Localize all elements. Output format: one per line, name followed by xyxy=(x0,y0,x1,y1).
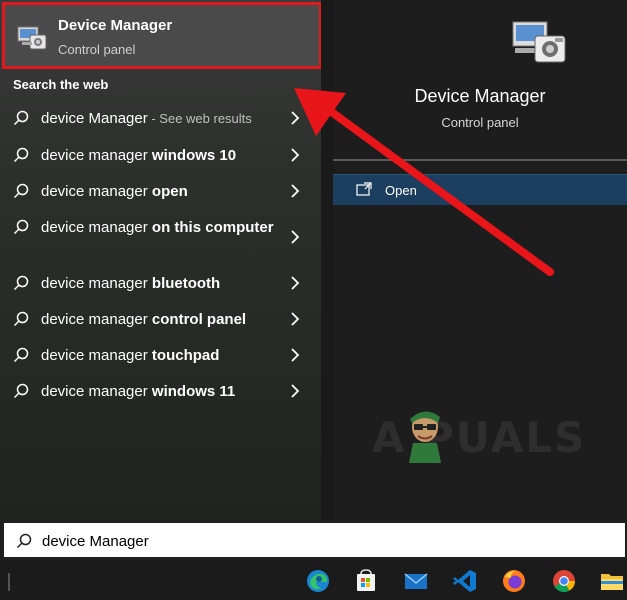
best-match-subtitle: Control panel xyxy=(58,42,136,57)
search-icon xyxy=(13,275,29,291)
web-result-query: device manager xyxy=(41,275,152,292)
appuals-watermark: A PUALS xyxy=(372,405,612,465)
web-result-suggestion: bluetooth xyxy=(151,275,221,292)
open-window-icon xyxy=(356,182,372,196)
web-result-query: device manager xyxy=(41,147,152,164)
vscode-icon[interactable] xyxy=(452,568,478,594)
chevron-right-icon xyxy=(291,312,300,326)
search-icon xyxy=(13,183,29,199)
panel-divider xyxy=(321,0,333,520)
web-result-item[interactable]: device manager control panel xyxy=(0,301,321,337)
web-result-item[interactable]: device manager bluetooth xyxy=(0,265,321,301)
search-icon xyxy=(13,219,29,235)
mail-icon[interactable] xyxy=(403,568,429,594)
chevron-right-icon xyxy=(291,348,300,362)
chrome-icon[interactable] xyxy=(551,568,577,594)
search-the-web-heading: Search the web xyxy=(13,77,109,92)
web-result-suggestion: windows 10 xyxy=(151,147,237,164)
web-result-text: device manager on this computer xyxy=(41,218,281,238)
search-results-panel: Device Manager Control panel Search the … xyxy=(0,0,322,520)
web-result-suggestion: control panel xyxy=(151,311,247,328)
web-result-suggestion: touchpad xyxy=(151,347,220,364)
chevron-right-icon xyxy=(291,276,300,290)
device-manager-icon xyxy=(17,26,47,50)
web-result-item[interactable]: device manager windows 11 xyxy=(0,373,321,409)
web-result-suggestion: on this computer xyxy=(151,219,274,236)
mascot-logo-icon xyxy=(409,411,441,463)
web-result-text: device manager windows 11 xyxy=(41,382,281,402)
web-result-text: device manager open xyxy=(41,182,281,202)
web-result-item[interactable]: device manager on this computer xyxy=(0,209,321,265)
taskbar xyxy=(0,561,627,600)
best-match-title: Device Manager xyxy=(58,17,173,34)
preview-title: Device Manager xyxy=(414,86,546,106)
store-icon[interactable] xyxy=(353,568,379,594)
search-input[interactable] xyxy=(42,531,602,551)
web-result-text: device manager control panel xyxy=(41,310,281,330)
firefox-icon[interactable] xyxy=(501,568,527,594)
web-result-text: device manager windows 10 xyxy=(41,146,281,166)
taskbar-grip xyxy=(8,573,10,591)
web-result-hint: - See web results xyxy=(147,111,252,126)
chevron-right-icon xyxy=(291,148,300,162)
search-box[interactable] xyxy=(2,521,627,559)
web-result-query: device manager xyxy=(41,383,152,400)
preview-panel: Device Manager Control panel Open A PUAL… xyxy=(333,0,627,520)
web-result-query: device manager xyxy=(41,347,152,364)
web-result-suggestion: windows 11 xyxy=(151,383,236,400)
web-result-text: device manager touchpad xyxy=(41,346,281,366)
chevron-right-icon xyxy=(291,384,300,398)
web-result-item[interactable]: device manager touchpad xyxy=(0,337,321,373)
web-result-item[interactable]: device manager open xyxy=(0,173,321,209)
open-action[interactable]: Open xyxy=(333,174,627,205)
web-result-suggestion: open xyxy=(151,183,188,200)
web-result-text: device manager bluetooth xyxy=(41,274,281,294)
chevron-right-icon xyxy=(291,184,300,198)
web-result-item[interactable]: device manager windows 10 xyxy=(0,137,321,173)
web-result-query: device manager xyxy=(41,311,152,328)
search-icon xyxy=(13,383,29,399)
preview-separator xyxy=(333,159,627,161)
search-icon xyxy=(16,533,32,549)
search-icon xyxy=(13,147,29,163)
web-result-text: device Manager - See web results xyxy=(41,109,281,129)
web-result-query: device Manager xyxy=(41,110,148,127)
search-icon xyxy=(13,311,29,327)
file-explorer-icon[interactable] xyxy=(599,568,625,594)
web-result-item[interactable]: device Manager - See web results xyxy=(0,100,321,136)
web-result-query: device manager xyxy=(41,183,152,200)
search-icon xyxy=(13,347,29,363)
best-match-device-manager[interactable]: Device Manager Control panel xyxy=(2,2,322,69)
chevron-right-icon xyxy=(291,230,300,244)
open-label: Open xyxy=(385,183,417,198)
chevron-right-icon xyxy=(291,111,300,125)
device-manager-large-icon xyxy=(512,21,566,63)
preview-subtitle: Control panel xyxy=(441,115,519,130)
edge-icon[interactable] xyxy=(305,568,331,594)
search-icon xyxy=(13,110,29,126)
web-result-query: device manager xyxy=(41,219,152,236)
